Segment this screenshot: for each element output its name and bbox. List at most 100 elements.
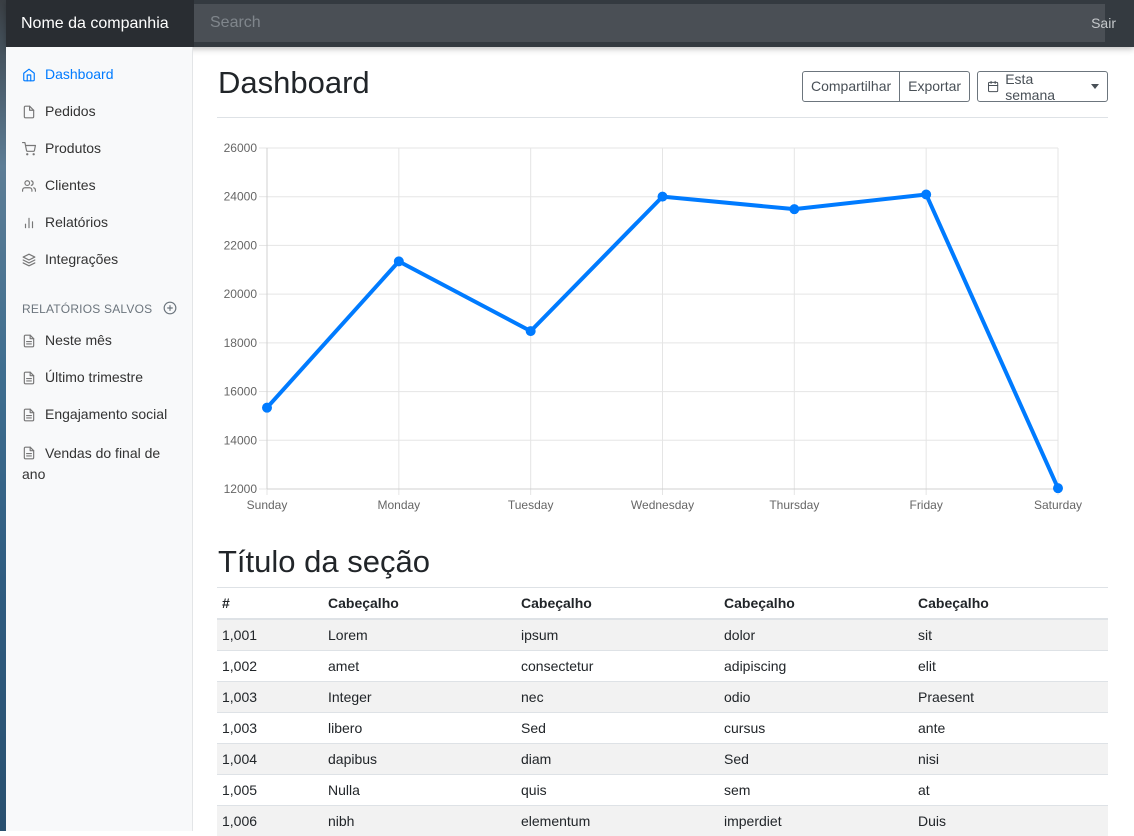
table-cell: consectetur <box>516 651 719 682</box>
y-tick-label: 18000 <box>224 336 258 350</box>
table-cell: diam <box>516 744 719 775</box>
bar-chart-icon <box>22 216 36 230</box>
table-cell: sit <box>913 619 1108 651</box>
x-tick-label: Saturday <box>1034 498 1082 512</box>
x-tick-label: Friday <box>909 498 942 512</box>
table-cell: ante <box>913 713 1108 744</box>
table-cell: nisi <box>913 744 1108 775</box>
file-text-icon <box>22 334 36 348</box>
table-row: 1,001Loremipsumdolorsit <box>217 619 1108 651</box>
x-tick-label: Thursday <box>769 498 819 512</box>
saved-reports-heading: RELATÓRIOS SALVOS <box>22 302 152 316</box>
table-cell: libero <box>323 713 516 744</box>
data-point <box>922 190 931 199</box>
y-tick-label: 24000 <box>224 190 258 204</box>
sidebar-item-label: Pedidos <box>45 103 96 119</box>
table-cell: odio <box>719 682 913 713</box>
saved-item-label: Neste mês <box>45 332 112 348</box>
table-cell: Lorem <box>323 619 516 651</box>
table-cell: nibh <box>323 806 516 836</box>
column-header: Cabeçalho <box>719 588 913 620</box>
table-cell: cursus <box>719 713 913 744</box>
table-cell: dolor <box>719 619 913 651</box>
share-button[interactable]: Compartilhar <box>802 71 900 102</box>
x-tick-label: Tuesday <box>508 498 554 512</box>
table-cell: amet <box>323 651 516 682</box>
section-title: Título da seção <box>218 544 430 580</box>
table-cell: 1,006 <box>217 806 323 836</box>
data-table: #CabeçalhoCabeçalhoCabeçalhoCabeçalho 1,… <box>217 587 1108 836</box>
saved-item-label: Último trimestre <box>45 369 143 385</box>
table-row: 1,003IntegernecodioPraesent <box>217 682 1108 713</box>
file-icon <box>22 105 36 119</box>
data-point <box>790 205 799 214</box>
sidebar-item-label: Clientes <box>45 177 96 193</box>
saved-item-label: Vendas do final de ano <box>22 445 160 482</box>
sidebar-item-clientes[interactable]: Clientes <box>22 177 96 193</box>
saved-item-ultimo-trimestre[interactable]: Último trimestre <box>22 369 143 385</box>
sidebar-item-label: Relatórios <box>45 214 108 230</box>
x-tick-label: Monday <box>377 498 420 512</box>
table-row: 1,004dapibusdiamSednisi <box>217 744 1108 775</box>
table-cell: Nulla <box>323 775 516 806</box>
home-icon <box>22 68 36 82</box>
table-cell: dapibus <box>323 744 516 775</box>
data-point <box>658 192 667 201</box>
saved-item-engajamento-social[interactable]: Engajamento social <box>22 406 167 422</box>
table-cell: ipsum <box>516 619 719 651</box>
x-tick-label: Wednesday <box>631 498 694 512</box>
data-point <box>263 403 272 412</box>
saved-item-vendas-final-ano[interactable]: Vendas do final de ano <box>22 443 182 485</box>
saved-item-neste-mes[interactable]: Neste mês <box>22 332 112 348</box>
period-dropdown[interactable]: Esta semana <box>977 71 1108 102</box>
data-point <box>526 327 535 336</box>
data-point <box>394 257 403 266</box>
y-tick-label: 14000 <box>224 433 258 447</box>
sidebar-item-integracoes[interactable]: Integrações <box>22 251 118 267</box>
table-cell: elit <box>913 651 1108 682</box>
sidebar-item-dashboard[interactable]: Dashboard <box>22 66 114 82</box>
table-row: 1,005Nullaquissemat <box>217 775 1108 806</box>
y-tick-label: 26000 <box>224 141 258 155</box>
file-text-icon <box>22 446 36 460</box>
sidebar-item-label: Integrações <box>45 251 118 267</box>
table-cell: Integer <box>323 682 516 713</box>
add-report-icon[interactable] <box>163 301 177 315</box>
y-tick-label: 12000 <box>224 482 258 496</box>
action-button-group: Compartilhar Exportar <box>802 71 970 102</box>
table-header-row: #CabeçalhoCabeçalhoCabeçalhoCabeçalho <box>217 588 1108 620</box>
sidebar-item-produtos[interactable]: Produtos <box>22 140 101 156</box>
table-cell: elementum <box>516 806 719 836</box>
sidebar-item-label: Produtos <box>45 140 101 156</box>
chevron-down-icon <box>1091 84 1099 89</box>
table-body: 1,001Loremipsumdolorsit1,002ametconsecte… <box>217 619 1108 836</box>
page-title: Dashboard <box>218 65 370 101</box>
top-navbar: Nome da companhia Sair <box>6 0 1134 47</box>
table-cell: 1,001 <box>217 619 323 651</box>
table-cell: Sed <box>719 744 913 775</box>
file-text-icon <box>22 408 36 422</box>
signout-link[interactable]: Sair <box>1091 0 1116 47</box>
y-tick-label: 20000 <box>224 287 258 301</box>
x-tick-label: Sunday <box>247 498 288 512</box>
column-header: Cabeçalho <box>913 588 1108 620</box>
saved-item-label: Engajamento social <box>45 406 167 422</box>
export-button[interactable]: Exportar <box>900 71 970 102</box>
table-cell: nec <box>516 682 719 713</box>
cart-icon <box>22 142 36 156</box>
search-input[interactable] <box>194 4 1105 42</box>
brand-name[interactable]: Nome da companhia <box>6 0 194 47</box>
column-header: Cabeçalho <box>323 588 516 620</box>
table-cell: 1,002 <box>217 651 323 682</box>
column-header: # <box>217 588 323 620</box>
sidebar: Dashboard Pedidos Produtos Clientes Rela… <box>6 47 193 831</box>
period-label: Esta semana <box>1005 71 1082 103</box>
sidebar-item-pedidos[interactable]: Pedidos <box>22 103 96 119</box>
table-cell: quis <box>516 775 719 806</box>
sidebar-item-label: Dashboard <box>45 66 114 82</box>
table-cell: imperdiet <box>719 806 913 836</box>
calendar-icon <box>987 80 999 93</box>
sidebar-item-relatorios[interactable]: Relatórios <box>22 214 108 230</box>
table-cell: Sed <box>516 713 719 744</box>
table-cell: Duis <box>913 806 1108 836</box>
